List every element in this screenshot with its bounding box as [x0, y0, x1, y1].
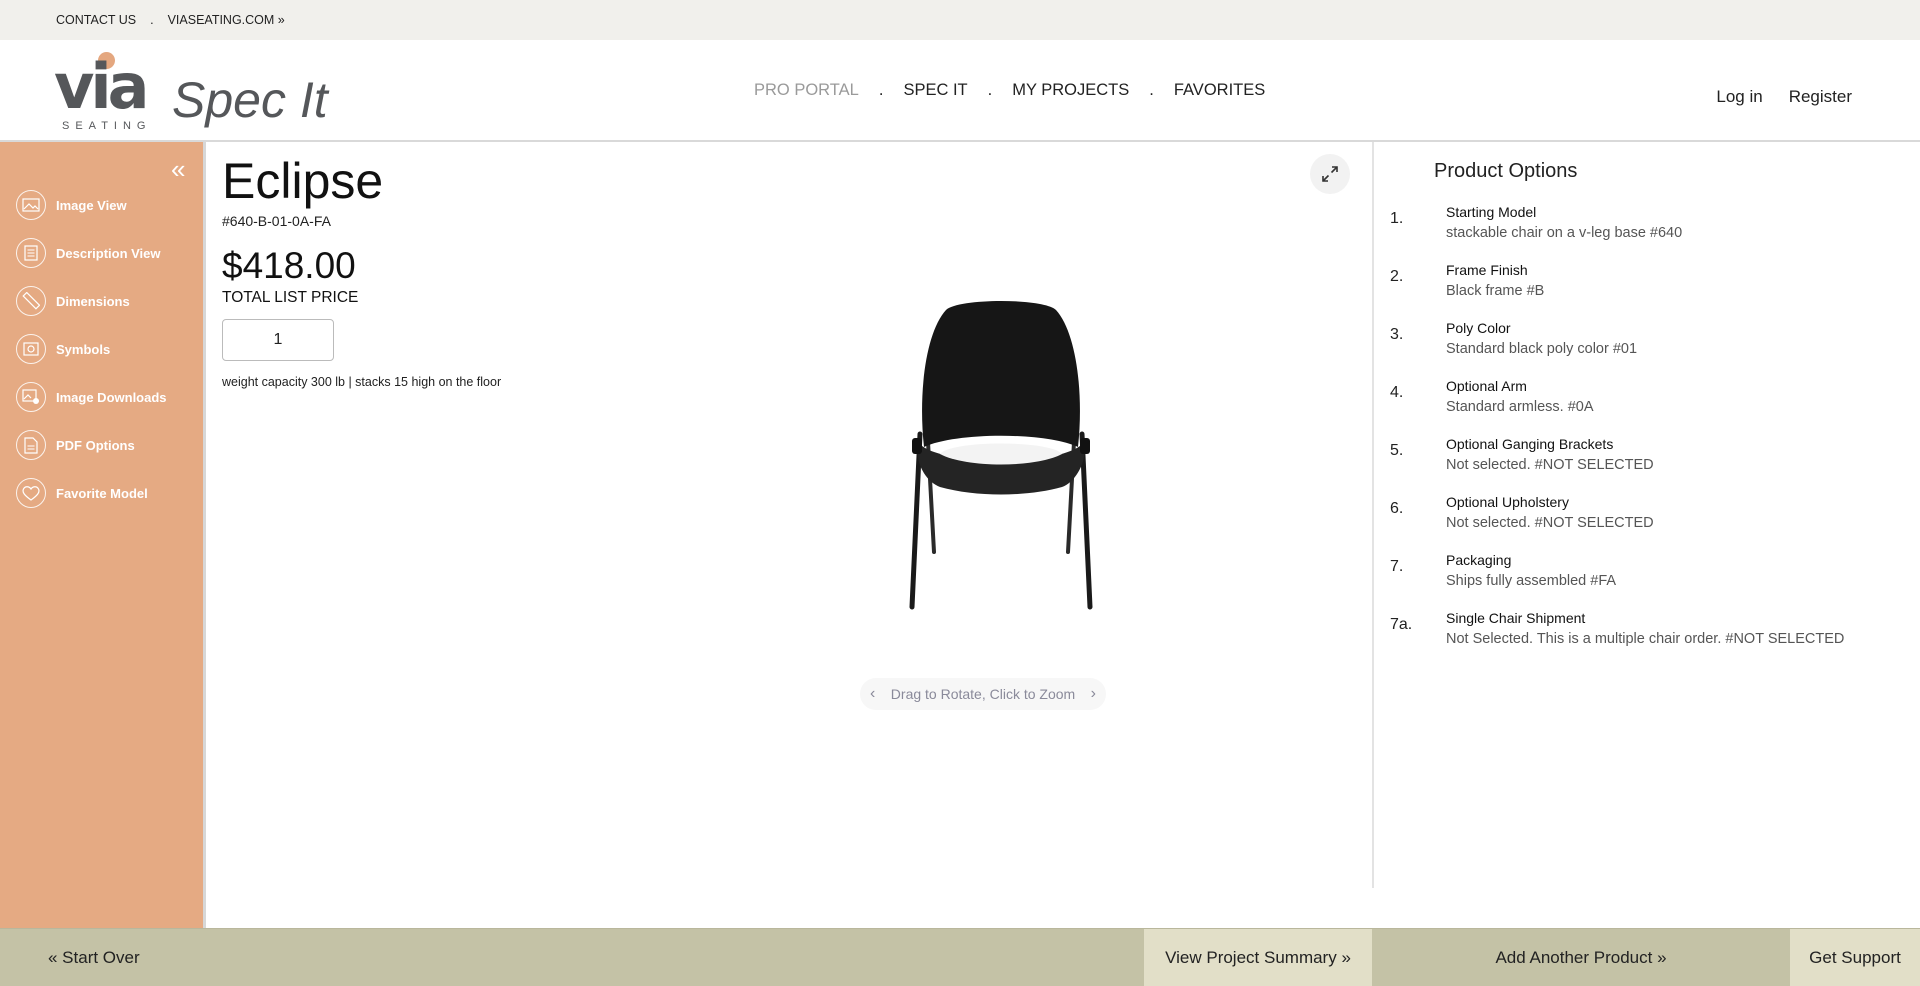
sidebar-item-label: Dimensions [56, 293, 130, 309]
sidebar-item-pdf-options[interactable]: PDF Options [16, 428, 135, 462]
rotate-hint[interactable]: ‹ Drag to Rotate, Click to Zoom › [860, 678, 1106, 710]
sidebar-item-image-downloads[interactable]: Image Downloads [16, 380, 167, 414]
sidebar-item-description-view[interactable]: Description View [16, 236, 161, 270]
price-label: TOTAL LIST PRICE [222, 289, 359, 306]
product-image-chair[interactable] [876, 292, 1126, 617]
product-content: Eclipse #640-B-01-0A-FA $418.00 TOTAL LI… [206, 142, 1372, 928]
sidebar-item-image-view[interactable]: Image View [16, 188, 127, 222]
option-number: 6. [1390, 500, 1404, 517]
app-name: Spec It [172, 72, 328, 128]
nav-separator: . [878, 81, 884, 99]
option-value: Ships fully assembled #FA [1446, 573, 1617, 589]
option-number: 7. [1390, 558, 1404, 575]
nav-separator: . [1149, 81, 1154, 99]
add-another-product-button[interactable]: Add Another Product » [1372, 929, 1790, 986]
auth-links: Log in Register [1716, 87, 1852, 107]
collapse-sidebar-button[interactable]: « [171, 156, 185, 182]
option-name: Single Chair Shipment [1446, 610, 1586, 626]
nav-spec-it[interactable]: SPEC IT [903, 81, 967, 100]
heart-icon [16, 478, 46, 508]
view-project-summary-button[interactable]: View Project Summary » [1144, 929, 1372, 986]
option-value: Not selected. #NOT SELECTED [1446, 457, 1654, 473]
expand-icon [1322, 166, 1338, 182]
option-number: 1. [1390, 210, 1404, 227]
sidebar: « Image View Description View Dimensions… [0, 142, 206, 928]
list-icon [16, 238, 46, 268]
option-number: 2. [1390, 268, 1404, 285]
image-icon [16, 190, 46, 220]
option-value: Standard black poly color #01 [1446, 341, 1638, 357]
image-download-icon [16, 382, 46, 412]
site-header: via SEATING Spec It PRO PORTAL . SPEC IT… [0, 40, 1920, 142]
nav-pro-portal[interactable]: PRO PORTAL [754, 81, 859, 100]
option-number: 5. [1390, 442, 1404, 459]
option-name: Frame Finish [1446, 262, 1528, 278]
option-number: 4. [1390, 384, 1404, 401]
rotate-right-icon[interactable]: › [1091, 685, 1096, 703]
utility-bar: CONTACT US . VIASEATING.COM » [0, 0, 1920, 40]
nav-my-projects[interactable]: MY PROJECTS [1012, 81, 1129, 100]
logo-subtext: SEATING [62, 120, 152, 132]
nav-favorites[interactable]: FAVORITES [1174, 81, 1265, 100]
rotate-left-icon[interactable]: ‹ [870, 685, 875, 703]
option-value: Not selected. #NOT SELECTED [1446, 515, 1654, 531]
option-value: Black frame #B [1446, 283, 1545, 299]
sidebar-item-label: Favorite Model [56, 485, 148, 501]
option-value: Standard armless. #0A [1446, 399, 1594, 415]
option-name: Poly Color [1446, 320, 1511, 336]
rotate-hint-label: Drag to Rotate, Click to Zoom [890, 686, 1076, 702]
option-name: Optional Ganging Brackets [1446, 436, 1614, 452]
footer-bar: « Start Over View Project Summary » Add … [0, 928, 1920, 986]
option-name: Optional Arm [1446, 378, 1527, 394]
sidebar-item-dimensions[interactable]: Dimensions [16, 284, 130, 318]
quantity-input[interactable] [222, 319, 334, 361]
sidebar-item-label: Image Downloads [56, 389, 167, 405]
ruler-icon [16, 286, 46, 316]
option-number: 3. [1390, 326, 1404, 343]
sidebar-item-symbols[interactable]: Symbols [16, 332, 110, 366]
register-link[interactable]: Register [1789, 87, 1852, 107]
fullscreen-button[interactable] [1310, 154, 1350, 194]
nav-separator: . [987, 81, 993, 99]
symbol-icon [16, 334, 46, 364]
option-value: stackable chair on a v-leg base #640 [1446, 225, 1683, 241]
contact-us-link[interactable]: CONTACT US [56, 13, 136, 27]
sidebar-item-favorite-model[interactable]: Favorite Model [16, 476, 148, 510]
viaseating-link[interactable]: VIASEATING.COM » [168, 13, 285, 27]
get-support-button[interactable]: Get Support [1790, 929, 1920, 986]
main-nav: PRO PORTAL . SPEC IT . MY PROJECTS . FAV… [754, 81, 1265, 100]
sidebar-item-label: Symbols [56, 341, 111, 357]
pdf-icon [16, 430, 46, 460]
logo-wordmark: via [54, 50, 149, 123]
options-title: Product Options [1434, 160, 1578, 182]
sidebar-item-label: Description View [56, 245, 161, 261]
product-price: $418.00 [222, 245, 356, 286]
utility-separator: . [150, 13, 154, 27]
via-seating-logo[interactable]: via SEATING Spec It [54, 52, 334, 134]
utility-links: CONTACT US . VIASEATING.COM » [56, 13, 285, 27]
start-over-button[interactable]: « Start Over [48, 929, 140, 986]
product-title: Eclipse [222, 153, 384, 209]
option-number: 7a. [1390, 616, 1413, 633]
option-value: Not Selected. This is a multiple chair o… [1446, 631, 1845, 647]
product-options-panel: Product Options 1. Starting Model stacka… [1372, 142, 1920, 888]
product-sku: #640-B-01-0A-FA [222, 213, 331, 229]
login-link[interactable]: Log in [1716, 87, 1762, 107]
sidebar-item-label: PDF Options [56, 437, 135, 453]
sidebar-item-label: Image View [56, 197, 127, 213]
product-specs: weight capacity 300 lb | stacks 15 high … [222, 375, 502, 389]
option-name: Optional Upholstery [1446, 494, 1569, 510]
option-name: Starting Model [1446, 204, 1537, 220]
option-name: Packaging [1446, 552, 1512, 568]
